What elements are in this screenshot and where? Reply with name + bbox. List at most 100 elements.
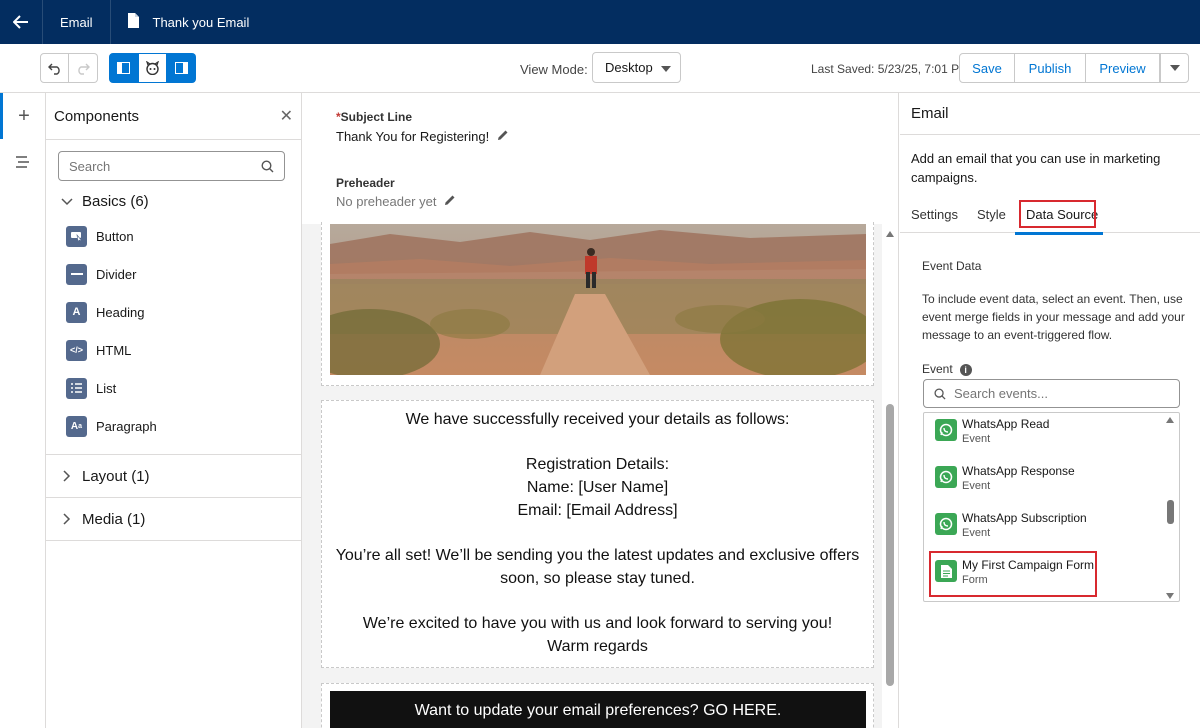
event-search[interactable] <box>923 379 1180 408</box>
section-layout[interactable]: Layout (1) <box>46 455 301 497</box>
add-components-tab[interactable]: + <box>0 93 45 139</box>
whatsapp-icon <box>935 419 957 441</box>
breadcrumb-current[interactable]: Thank you Email <box>111 0 266 44</box>
section-basics[interactable]: Basics (6) <box>46 186 301 217</box>
scroll-down-icon[interactable] <box>1166 593 1174 599</box>
text-block[interactable]: We have successfully received your detai… <box>321 400 874 668</box>
right-panel-toggle[interactable] <box>167 53 196 83</box>
event-option-whatsapp-response[interactable]: WhatsApp Response Event <box>935 464 1075 494</box>
scroll-up-icon[interactable] <box>886 231 894 237</box>
event-name: WhatsApp Response <box>962 464 1075 478</box>
undo-icon <box>47 63 60 75</box>
component-html[interactable]: </> HTML <box>46 331 301 369</box>
component-heading[interactable]: A Heading <box>46 293 301 331</box>
component-divider[interactable]: Divider <box>46 255 301 293</box>
subject-line-value[interactable]: Thank You for Registering! <box>336 129 509 144</box>
components-search-input[interactable] <box>69 158 249 174</box>
caret-down-icon <box>661 66 671 72</box>
preheader-value[interactable]: No preheader yet <box>336 194 456 209</box>
einstein-icon <box>146 61 159 75</box>
undo-button[interactable] <box>40 53 69 83</box>
left-rail: + <box>0 93 46 728</box>
image-block[interactable] <box>321 222 874 386</box>
components-search[interactable] <box>58 151 285 181</box>
divider-icon <box>66 263 87 285</box>
component-paragraph[interactable]: Aa Paragraph <box>46 407 301 445</box>
tab-settings[interactable]: Settings <box>911 207 958 222</box>
preheader-text: No preheader yet <box>336 194 437 209</box>
body-line: We have successfully received your detai… <box>405 411 790 428</box>
event-option-whatsapp-subscription[interactable]: WhatsApp Subscription Event <box>935 511 1087 541</box>
body-line: soon, so please stay tuned. <box>500 570 695 587</box>
left-panel-icon <box>117 62 130 74</box>
back-button[interactable] <box>0 0 42 44</box>
properties-description: Add an email that you can use in marketi… <box>911 151 1161 185</box>
section-media[interactable]: Media (1) <box>46 498 301 540</box>
more-actions-button[interactable] <box>1160 53 1189 83</box>
right-panel-icon <box>174 62 188 74</box>
subject-line-label: *Subject Line <box>336 110 412 124</box>
event-list-scrollbar[interactable] <box>1164 413 1178 601</box>
footer-block[interactable]: Want to update your email preferences? G… <box>321 683 874 728</box>
list-icon <box>66 377 87 399</box>
event-data-heading: Event Data <box>922 259 982 273</box>
pencil-icon[interactable] <box>444 194 456 209</box>
pencil-icon[interactable] <box>497 129 509 144</box>
section-basics-label: Basics (6) <box>82 193 149 210</box>
breadcrumb-email[interactable]: Email <box>42 0 111 44</box>
event-option-text: WhatsApp Subscription Event <box>962 511 1087 541</box>
event-option-whatsapp-read[interactable]: WhatsApp Read Event <box>935 417 1049 447</box>
active-tab-indicator <box>1015 232 1103 235</box>
components-header: Components ✕ <box>46 93 301 140</box>
arrow-left-icon <box>13 15 28 29</box>
code-icon: </> <box>66 339 87 361</box>
scrollbar-thumb[interactable] <box>886 404 894 686</box>
whatsapp-icon <box>935 513 957 535</box>
email-text-content: We have successfully received your detai… <box>322 408 873 658</box>
scrollbar-thumb[interactable] <box>1167 500 1174 524</box>
info-icon[interactable]: i <box>959 363 972 376</box>
event-name: WhatsApp Read <box>962 417 1050 431</box>
whatsapp-icon <box>935 466 957 488</box>
event-field-label: Event i <box>922 362 972 376</box>
component-button[interactable]: Button <box>46 217 301 255</box>
subject-section: *Subject Line Thank You for Registering!… <box>302 93 898 224</box>
event-option-text: WhatsApp Read Event <box>962 417 1049 447</box>
section-layout-label: Layout (1) <box>82 467 150 485</box>
canvas-scrollbar[interactable] <box>882 224 898 728</box>
event-type: Event <box>962 433 991 445</box>
preview-button[interactable]: Preview <box>1086 53 1160 83</box>
event-search-input[interactable] <box>954 386 1154 401</box>
component-list[interactable]: List <box>46 369 301 407</box>
components-panel: Components ✕ Basics (6) Button Divider A… <box>46 93 302 728</box>
event-name: WhatsApp Subscription <box>962 511 1087 525</box>
list-outline-icon <box>16 156 29 168</box>
event-type: Event <box>962 480 991 492</box>
view-mode-select[interactable]: Desktop <box>592 52 681 83</box>
chevron-right-icon <box>58 470 76 482</box>
highlight-box <box>929 551 1097 597</box>
save-button[interactable]: Save <box>959 53 1015 83</box>
redo-button[interactable] <box>69 53 98 83</box>
close-icon[interactable]: ✕ <box>280 106 293 126</box>
search-icon <box>934 387 946 400</box>
component-html-label: HTML <box>96 342 132 358</box>
publish-button[interactable]: Publish <box>1015 53 1086 83</box>
component-button-label: Button <box>96 228 134 244</box>
einstein-button[interactable] <box>138 53 167 83</box>
action-buttons: Save Publish Preview <box>959 53 1189 83</box>
divider <box>46 540 301 541</box>
highlight-box <box>1019 200 1096 228</box>
left-panel-toggle[interactable] <box>109 53 138 83</box>
tab-style[interactable]: Style <box>977 207 1006 222</box>
outline-tab[interactable] <box>0 139 45 185</box>
footer-preferences-link[interactable]: Want to update your email preferences? G… <box>330 691 866 728</box>
section-media-label: Media (1) <box>82 510 146 528</box>
component-divider-label: Divider <box>96 266 137 282</box>
email-body: We have successfully received your detai… <box>302 222 882 728</box>
email-canvas: *Subject Line Thank You for Registering!… <box>302 93 899 728</box>
breadcrumb-current-label: Thank you Email <box>152 14 250 30</box>
scroll-up-icon[interactable] <box>1166 417 1174 423</box>
